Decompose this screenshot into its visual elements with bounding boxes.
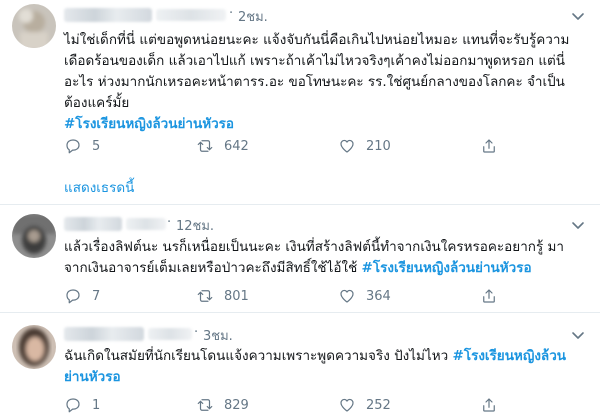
tweet-text: ไม่ใช่เด็กที่นี่ แต่ขอพูดหน่อยนะคะ แจ้งจ… [64, 30, 584, 135]
reply-icon [66, 289, 80, 304]
avatar-image-icon [12, 4, 56, 48]
author-handle[interactable] [156, 9, 226, 21]
like-count: 364 [366, 288, 391, 304]
heart-icon [340, 398, 354, 412]
author-name[interactable] [64, 327, 144, 341]
tweet-actions: 5 642 210 [64, 137, 584, 157]
tweet-text-main: ไม่ใช่เด็กที่นี่ แต่ขอพูดหน่อยนะคะ แจ้งจ… [64, 32, 570, 111]
reply-button[interactable]: 1 [64, 396, 100, 414]
tweet-text-main: ฉันเกิดในสมัยที่นักเรียนโดนแจ้งความเพราะ… [64, 348, 449, 364]
tweet-time[interactable]: 12ชม. [176, 215, 214, 236]
share-icon [483, 289, 495, 303]
reply-count: 7 [92, 288, 101, 304]
retweet-icon [197, 140, 213, 152]
tweet-text: ฉันเกิดในสมัยที่นักเรียนโดนแจ้งความเพราะ… [64, 346, 584, 388]
separator-dot: · [194, 325, 199, 340]
hashtag-link[interactable]: #โรงเรียนหญิงล้วนย่านหัวรอ [362, 260, 532, 276]
tweet[interactable]: · 12ชม. แล้วเรื่องลิฟต์นะ นรก็เหนื่อยเป็… [0, 205, 600, 312]
avatar-image-icon [12, 214, 56, 258]
author-name[interactable] [64, 217, 122, 231]
avatar[interactable] [12, 214, 56, 258]
chevron-down-icon[interactable] [570, 327, 586, 343]
reply-icon [66, 398, 80, 413]
share-icon [483, 398, 495, 412]
tweet[interactable]: · 2ชม. ไม่ใช่เด็กที่นี่ แต่ขอพูดหน่อยนะค… [0, 0, 600, 204]
share-button[interactable] [480, 137, 498, 155]
share-button[interactable] [480, 287, 498, 305]
like-count: 252 [366, 397, 391, 413]
avatar[interactable] [12, 4, 56, 48]
author-handle[interactable] [126, 218, 166, 230]
tweet-text: แล้วเรื่องลิฟต์นะ นรก็เหนื่อยเป็นนะคะ เง… [64, 237, 584, 279]
tweet-time[interactable]: 2ชม. [238, 6, 268, 27]
author-handle[interactable] [148, 328, 192, 340]
reply-icon [66, 139, 80, 154]
retweet-icon [197, 399, 213, 411]
author-name[interactable] [64, 8, 152, 22]
like-count: 210 [366, 138, 391, 154]
tweet[interactable]: · 3ชม. ฉันเกิดในสมัยที่นักเรียนโดนแจ้งคว… [0, 313, 600, 416]
retweet-count: 801 [224, 288, 249, 304]
reply-button[interactable]: 5 [64, 137, 100, 155]
like-button[interactable]: 210 [338, 137, 391, 155]
like-button[interactable]: 364 [338, 287, 391, 305]
tweet-time[interactable]: 3ชม. [203, 325, 233, 346]
avatar[interactable] [12, 325, 56, 369]
avatar-image-icon [12, 325, 56, 369]
retweet-button[interactable]: 829 [196, 396, 249, 414]
heart-icon [340, 139, 354, 153]
show-thread-link[interactable]: แสดงเธรดนี้ [64, 176, 134, 198]
retweet-icon [197, 290, 213, 302]
reply-count: 5 [92, 138, 101, 154]
separator-dot: · [167, 215, 172, 230]
retweet-count: 829 [224, 397, 249, 413]
chevron-down-icon[interactable] [570, 217, 586, 233]
tweet-actions: 1 829 252 [64, 396, 584, 416]
retweet-count: 642 [224, 138, 249, 154]
like-button[interactable]: 252 [338, 396, 391, 414]
reply-button[interactable]: 7 [64, 287, 100, 305]
reply-count: 1 [92, 397, 101, 413]
hashtag-link[interactable]: #โรงเรียนหญิงล้วนย่านหัวรอ [64, 116, 234, 132]
retweet-button[interactable]: 801 [196, 287, 249, 305]
separator-dot: · [229, 6, 234, 21]
heart-icon [340, 289, 354, 303]
tweet-actions: 7 801 364 [64, 287, 584, 307]
share-icon [483, 139, 495, 153]
share-button[interactable] [480, 396, 498, 414]
retweet-button[interactable]: 642 [196, 137, 249, 155]
chevron-down-icon[interactable] [570, 8, 586, 24]
